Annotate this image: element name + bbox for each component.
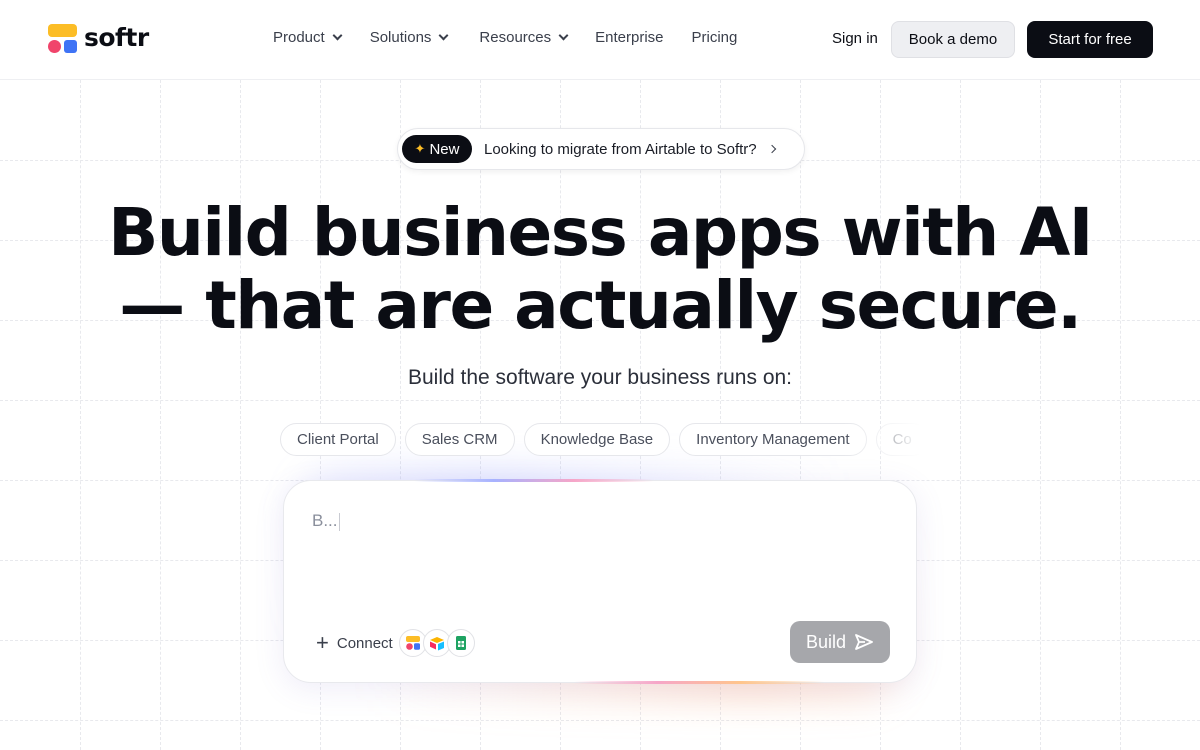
headline-line-1: Build business apps with AI bbox=[108, 194, 1093, 271]
chip-knowledge-base[interactable]: Knowledge Base bbox=[523, 423, 671, 456]
softr-logo[interactable]: softr bbox=[48, 23, 149, 53]
plus-icon: + bbox=[316, 630, 329, 655]
chip-truncated[interactable]: Co bbox=[875, 423, 920, 456]
nav-item-resources[interactable]: Resources bbox=[479, 29, 569, 46]
announcement-text: Looking to migrate from Airtable to Soft… bbox=[484, 140, 757, 158]
google-sheets-icon bbox=[446, 629, 475, 657]
logo-wordmark: softr bbox=[84, 23, 149, 52]
prompt-card: B... + Connect Build bbox=[283, 479, 917, 684]
hero-subheadline: Build the software your business runs on… bbox=[407, 366, 793, 389]
chip-client-portal[interactable]: Client Portal bbox=[280, 423, 396, 456]
sparkle-icon: ✦ bbox=[414, 141, 426, 156]
integration-icons bbox=[398, 629, 475, 657]
connect-button[interactable]: + Connect bbox=[316, 629, 475, 657]
new-badge: ✦ New bbox=[402, 135, 472, 163]
prompt-input[interactable]: B... bbox=[312, 511, 872, 531]
gradient-accent-bottom bbox=[574, 681, 824, 684]
chevron-right-icon bbox=[767, 144, 776, 154]
nav-item-solutions[interactable]: Solutions bbox=[370, 29, 449, 46]
use-case-chips: Client Portal Sales CRM Knowledge Base I… bbox=[280, 423, 920, 457]
start-free-button[interactable]: Start for free bbox=[1027, 21, 1153, 58]
main-nav: Product Solutions Resources Enterprise P… bbox=[273, 29, 737, 46]
build-button[interactable]: Build bbox=[790, 621, 890, 663]
nav-item-enterprise[interactable]: Enterprise bbox=[595, 29, 663, 46]
book-demo-button[interactable]: Book a demo bbox=[891, 21, 1015, 58]
chevron-down-icon bbox=[438, 30, 449, 41]
chip-sales-crm[interactable]: Sales CRM bbox=[404, 423, 515, 456]
chevron-down-icon bbox=[332, 30, 343, 41]
chevron-down-icon bbox=[558, 30, 569, 41]
nav-item-product[interactable]: Product bbox=[273, 29, 343, 46]
softr-logo-icon bbox=[48, 24, 77, 53]
text-caret bbox=[338, 512, 340, 531]
gradient-accent-top bbox=[414, 479, 654, 482]
sign-in-link[interactable]: Sign in bbox=[832, 30, 878, 47]
send-icon bbox=[855, 634, 873, 650]
chip-inventory-management[interactable]: Inventory Management bbox=[679, 423, 867, 456]
hero-headline: Build business apps with AI — that are a… bbox=[0, 196, 1200, 342]
nav-item-pricing[interactable]: Pricing bbox=[692, 29, 738, 46]
site-header: softr Product Solutions Resources Enterp… bbox=[0, 0, 1200, 80]
announcement-banner[interactable]: ✦ New Looking to migrate from Airtable t… bbox=[397, 128, 805, 170]
headline-line-2: — that are actually secure. bbox=[119, 267, 1082, 344]
